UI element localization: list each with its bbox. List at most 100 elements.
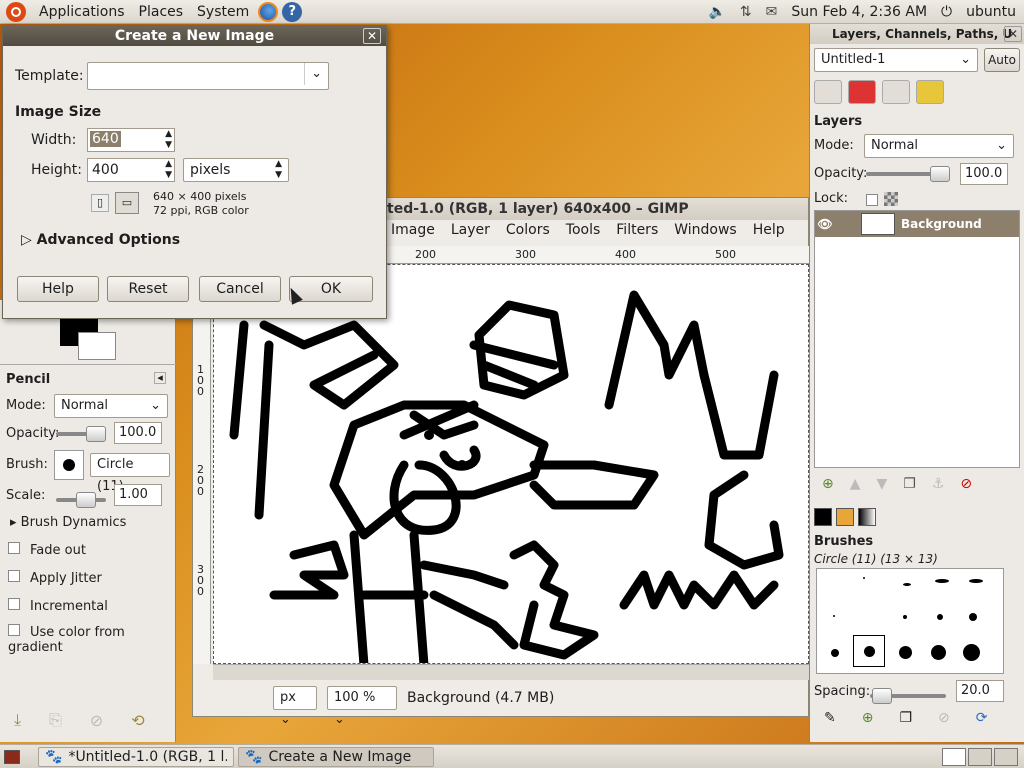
workspace-2[interactable]	[968, 747, 992, 766]
duplicate-layer-icon[interactable]: ❐	[903, 476, 916, 492]
scale-slider[interactable]	[56, 492, 106, 508]
delete-options-icon[interactable]: ⊘	[90, 711, 103, 730]
close-icon[interactable]: ✕	[363, 28, 381, 44]
checkbox[interactable]	[8, 598, 20, 610]
shutdown-icon[interactable]: ⏻	[941, 4, 952, 20]
ubuntu-logo-icon[interactable]	[6, 1, 26, 22]
paths-tab[interactable]	[882, 80, 911, 104]
brush-item[interactable]	[899, 646, 912, 659]
lock-alpha-icon[interactable]	[884, 192, 898, 206]
workspace-3[interactable]	[994, 747, 1018, 766]
reset-button[interactable]: Reset	[107, 276, 189, 302]
opacity-slider[interactable]	[56, 426, 106, 442]
layer-mode-select[interactable]: Normal ⌄	[864, 134, 1014, 158]
menu-filters[interactable]: Filters	[608, 222, 666, 238]
channels-tab[interactable]	[848, 80, 877, 104]
checkbox[interactable]	[8, 624, 20, 636]
slider-knob[interactable]	[872, 688, 892, 704]
vertical-ruler[interactable]: 1 0 0 2 0 0 3 0 0	[193, 264, 211, 664]
taskbar-new-image-dialog[interactable]: 🐾 Create a New Image	[238, 746, 434, 767]
firefox-icon[interactable]	[258, 1, 279, 22]
brush-item[interactable]	[969, 613, 977, 621]
image-select[interactable]: Untitled-1 ⌄	[814, 48, 978, 72]
eye-icon[interactable]: 👁	[815, 217, 835, 231]
undo-tab[interactable]	[916, 80, 945, 104]
reset-options-icon[interactable]: ⟲	[131, 711, 144, 730]
delete-layer-icon[interactable]: ⊘	[960, 476, 972, 492]
slider-knob[interactable]	[86, 426, 106, 442]
brush-item[interactable]	[937, 614, 943, 620]
layer-name[interactable]: Background	[901, 217, 982, 231]
menu-windows[interactable]: Windows	[666, 222, 745, 238]
width-input[interactable]: 640 ▲ ▼	[87, 128, 175, 152]
raise-layer-icon[interactable]: ▲	[850, 476, 861, 492]
drawing-canvas[interactable]	[213, 264, 809, 664]
layer-row[interactable]: 👁 Background	[815, 211, 1019, 237]
slider-knob[interactable]	[76, 492, 96, 508]
close-icon[interactable]: ✕	[1004, 26, 1022, 42]
brush-name-field[interactable]: Circle (11)	[90, 453, 170, 494]
show-desktop-icon[interactable]	[4, 749, 20, 764]
spacing-spin[interactable]: 20.0	[956, 680, 1004, 702]
new-brush-icon[interactable]: ⊕	[862, 710, 874, 726]
clock[interactable]: Sun Feb 4, 2:36 AM	[791, 4, 927, 20]
layers-list[interactable]: 👁 Background	[814, 210, 1020, 468]
menu-colors[interactable]: Colors	[498, 222, 558, 238]
template-select[interactable]: ⌄	[87, 62, 329, 90]
horizontal-scrollbar[interactable]	[213, 664, 809, 680]
taskbar-image-window[interactable]: 🐾 *Untitled-1.0 (RGB, 1 l...	[38, 746, 234, 767]
places-menu[interactable]: Places	[132, 4, 191, 20]
dynamics-expander[interactable]: ▸ Brush Dynamics	[10, 515, 126, 530]
zoom-select[interactable]: 100 % ⌄	[327, 686, 397, 727]
brush-item[interactable]	[833, 615, 835, 617]
scale-spin[interactable]: 1.00	[114, 484, 162, 506]
brush-item[interactable]	[963, 644, 980, 661]
slider-knob[interactable]	[930, 166, 950, 182]
save-options-icon[interactable]: ⤓	[14, 710, 21, 730]
workspace-1[interactable]	[942, 747, 966, 766]
anchor-layer-icon[interactable]: ⚓	[932, 476, 945, 492]
background-color-swatch[interactable]	[78, 332, 116, 360]
lock-pixels-checkbox[interactable]	[866, 194, 878, 206]
spin-arrows-icon[interactable]: ▲ ▼	[165, 129, 172, 151]
brush-item[interactable]	[903, 615, 907, 619]
layer-opacity-spin[interactable]: 100.0	[960, 163, 1008, 185]
brush-item[interactable]	[903, 583, 911, 586]
menu-image[interactable]: Image	[383, 222, 443, 238]
duplicate-brush-icon[interactable]: ❐	[899, 710, 912, 726]
gradient-color-checkbox[interactable]: Use color from gradient	[8, 624, 175, 655]
brush-tab[interactable]	[814, 508, 832, 526]
layers-tab[interactable]	[814, 80, 842, 104]
mode-select[interactable]: Normal ⌄	[54, 394, 168, 418]
menu-layer[interactable]: Layer	[443, 222, 498, 238]
configure-tab-icon[interactable]: ◂	[154, 372, 166, 384]
unit-select[interactable]: pixels ▲ ▼	[183, 158, 289, 182]
restore-options-icon[interactable]: ⎘	[49, 710, 62, 730]
height-input[interactable]: 400 ▲ ▼	[87, 158, 175, 182]
checkbox[interactable]	[8, 570, 20, 582]
checkbox[interactable]	[8, 542, 20, 554]
brush-item[interactable]	[935, 579, 949, 583]
opacity-spin[interactable]: 100.0	[114, 422, 162, 444]
lower-layer-icon[interactable]: ▼	[877, 476, 888, 492]
landscape-icon[interactable]: ▭	[115, 192, 139, 214]
brush-item[interactable]	[863, 577, 865, 579]
network-icon[interactable]: ⇅	[740, 4, 752, 20]
auto-button[interactable]: Auto	[984, 48, 1020, 72]
system-menu[interactable]: System	[190, 4, 256, 20]
selected-brush[interactable]	[853, 635, 885, 667]
mail-icon[interactable]: ✉	[766, 4, 778, 20]
advanced-options-expander[interactable]: ▷ Advanced Options	[21, 232, 180, 248]
spin-arrows-icon[interactable]: ▲ ▼	[165, 159, 172, 181]
brush-item[interactable]	[931, 645, 946, 660]
refresh-brushes-icon[interactable]: ⟳	[976, 710, 988, 726]
spacing-slider[interactable]	[870, 688, 946, 704]
menu-help[interactable]: Help	[745, 222, 793, 238]
cancel-button[interactable]: Cancel	[199, 276, 281, 302]
workspace-switcher[interactable]	[942, 747, 1018, 766]
help-icon[interactable]: ?	[282, 1, 303, 22]
edit-brush-icon[interactable]: ✎	[824, 710, 836, 726]
gradient-tab[interactable]	[858, 508, 877, 526]
portrait-icon[interactable]: ▯	[91, 194, 109, 212]
unit-select[interactable]: px ⌄	[273, 686, 317, 727]
